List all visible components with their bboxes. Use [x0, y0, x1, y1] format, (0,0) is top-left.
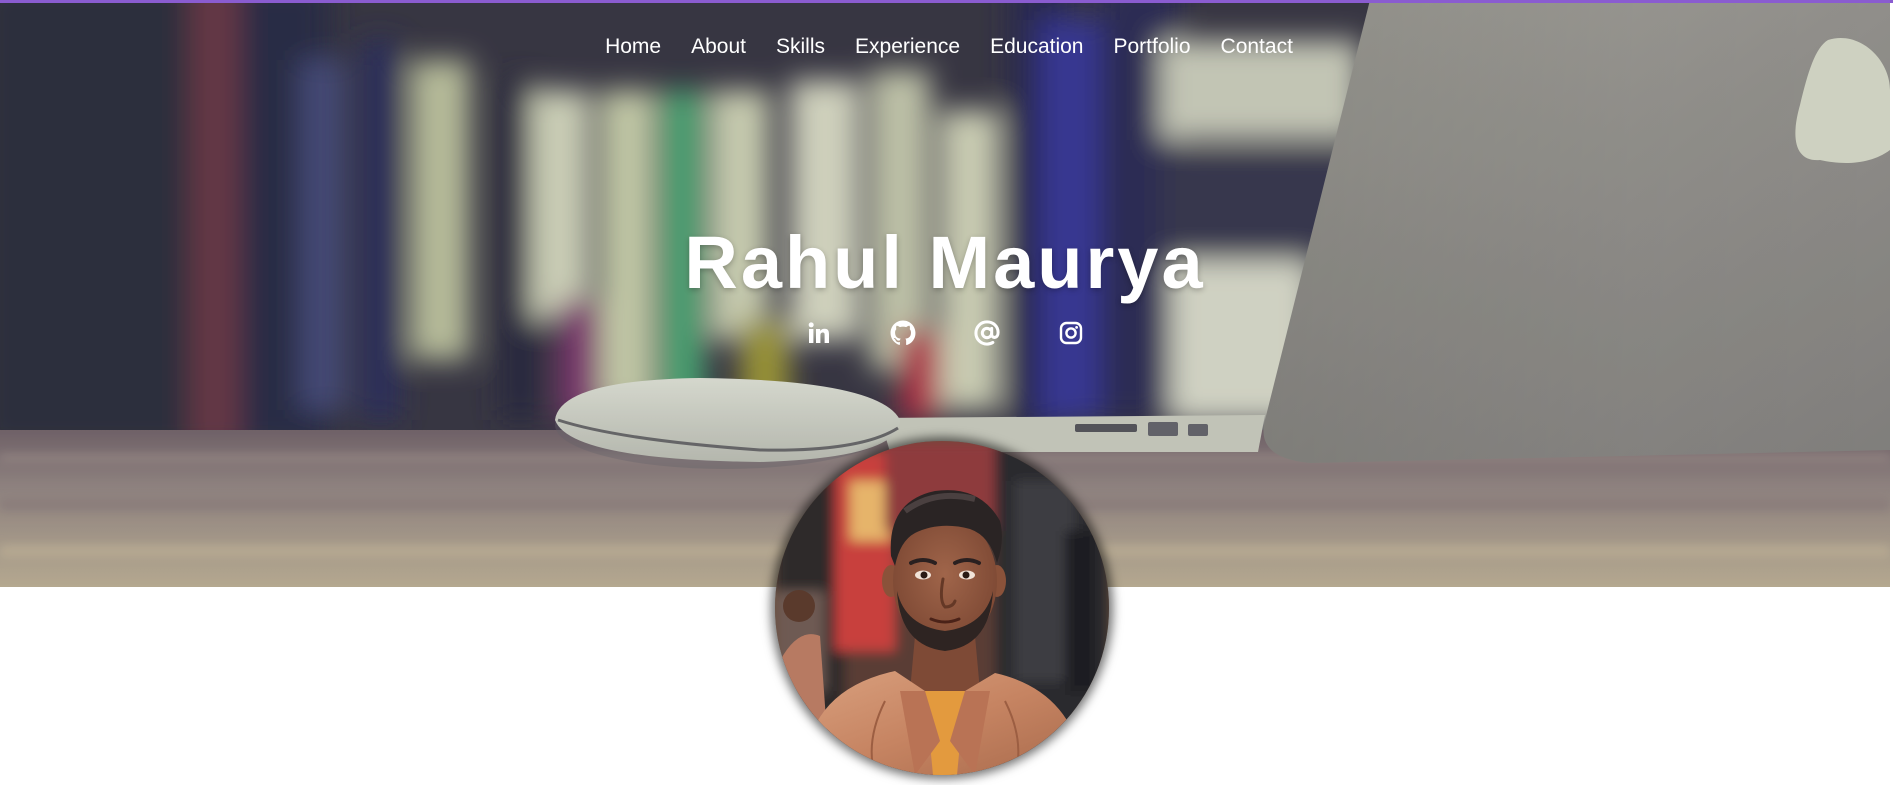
nav-education[interactable]: Education	[990, 32, 1083, 62]
nav-skills[interactable]: Skills	[776, 32, 825, 62]
top-accent-bar	[0, 0, 1893, 3]
nav-contact[interactable]: Contact	[1221, 32, 1293, 62]
nav-experience[interactable]: Experience	[855, 32, 960, 62]
profile-photo	[775, 441, 1109, 775]
main-nav: Home About Skills Experience Education P…	[0, 32, 1890, 62]
github-icon	[890, 320, 916, 345]
nav-about[interactable]: About	[691, 32, 746, 62]
email-at-icon	[974, 320, 1000, 346]
profile-avatar	[775, 441, 1109, 775]
instagram-icon	[1059, 321, 1083, 345]
email-link[interactable]	[970, 316, 1004, 350]
portfolio-page: Home About Skills Experience Education P…	[0, 0, 1893, 785]
github-link[interactable]	[886, 316, 920, 350]
social-links	[0, 316, 1890, 350]
instagram-link[interactable]	[1054, 316, 1088, 350]
nav-portfolio[interactable]: Portfolio	[1113, 32, 1190, 62]
linkedin-icon	[808, 322, 829, 343]
hero-name-title: Rahul Maurya	[684, 221, 1206, 304]
nav-home[interactable]: Home	[605, 32, 661, 62]
linkedin-link[interactable]	[802, 316, 836, 350]
